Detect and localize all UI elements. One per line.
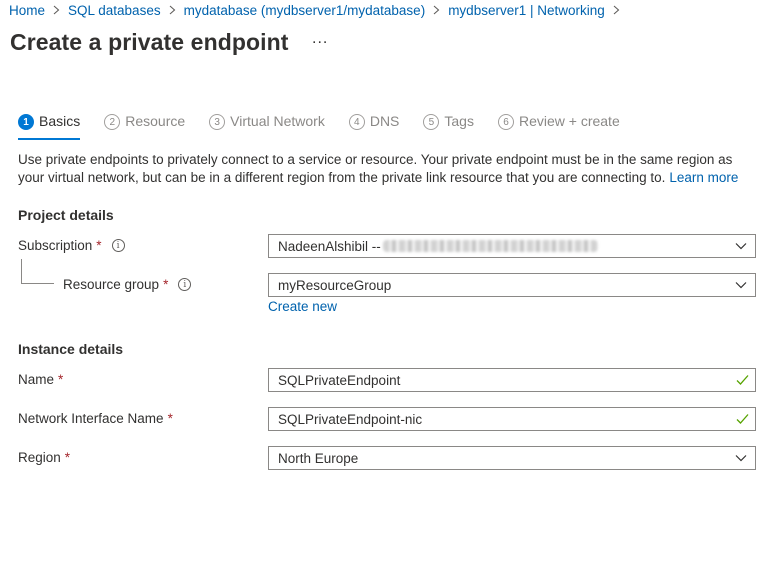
tab-dns[interactable]: 4 DNS: [348, 110, 400, 140]
chevron-right-icon: [169, 5, 176, 15]
chevron-down-icon: [735, 243, 747, 250]
step-number-badge: 5: [423, 114, 440, 130]
resource-group-label: Resource group * i: [63, 277, 192, 292]
tab-basics[interactable]: 1 Basics: [18, 110, 81, 140]
step-number-badge: 2: [104, 114, 121, 130]
name-label: Name *: [18, 372, 63, 387]
tab-label: DNS: [369, 113, 400, 129]
resource-group-value: myResourceGroup: [278, 277, 392, 293]
instance-details-heading: Instance details: [18, 341, 124, 357]
step-number-badge: 3: [209, 114, 226, 130]
subscription-label: Subscription * i: [18, 238, 125, 253]
step-number-badge: 4: [348, 114, 365, 130]
tab-label: Virtual Network: [230, 113, 325, 129]
chevron-down-icon: [735, 455, 747, 462]
redacted-subscription-id: [382, 240, 598, 252]
tab-tags[interactable]: 5 Tags: [423, 110, 474, 140]
step-number-badge: 1: [18, 114, 34, 130]
chevron-right-icon: [53, 5, 60, 15]
breadcrumb: Home SQL databases mydatabase (mydbserve…: [9, 0, 628, 20]
resource-group-label-text: Resource group: [63, 277, 160, 292]
chevron-down-icon: [735, 282, 747, 289]
tab-review-create[interactable]: 6 Review + create: [497, 110, 620, 140]
breadcrumb-database[interactable]: mydatabase (mydbserver1/mydatabase): [184, 3, 426, 18]
learn-more-link[interactable]: Learn more: [669, 170, 738, 185]
checkmark-icon: [736, 375, 749, 385]
chevron-right-icon: [613, 5, 620, 15]
wizard-tabs: 1 Basics 2 Resource 3 Virtual Network 4 …: [18, 110, 644, 140]
breadcrumb-home[interactable]: Home: [9, 3, 45, 18]
region-value: North Europe: [278, 450, 359, 466]
tab-virtual-network[interactable]: 3 Virtual Network: [209, 110, 325, 140]
name-value: SQLPrivateEndpoint: [278, 372, 401, 388]
name-label-text: Name: [18, 372, 55, 387]
nic-label: Network Interface Name *: [18, 411, 173, 426]
tab-resource[interactable]: 2 Resource: [104, 110, 185, 140]
region-label-text: Region: [18, 450, 61, 465]
region-label: Region *: [18, 450, 70, 465]
tab-label: Basics: [39, 113, 81, 129]
tab-label: Review + create: [518, 113, 620, 129]
info-icon[interactable]: i: [111, 239, 125, 252]
resource-group-dropdown[interactable]: myResourceGroup: [268, 273, 756, 297]
name-input[interactable]: SQLPrivateEndpoint: [268, 368, 756, 392]
region-dropdown[interactable]: North Europe: [268, 446, 756, 470]
nic-value: SQLPrivateEndpoint-nic: [278, 411, 423, 427]
breadcrumb-sql-databases[interactable]: SQL databases: [68, 3, 161, 18]
required-marker: *: [96, 238, 102, 253]
required-marker: *: [163, 277, 169, 292]
chevron-right-icon: [433, 5, 440, 15]
subscription-dropdown[interactable]: NadeenAlshibil --: [268, 234, 756, 258]
subscription-label-text: Subscription: [18, 238, 93, 253]
required-marker: *: [58, 372, 64, 387]
step-number-badge: 6: [497, 114, 514, 130]
create-new-link[interactable]: Create new: [268, 299, 337, 314]
tab-label: Tags: [444, 113, 474, 129]
more-options-button[interactable]: ...: [312, 30, 328, 48]
page-description: Use private endpoints to privately conne…: [18, 151, 758, 187]
checkmark-icon: [736, 414, 749, 424]
required-marker: *: [64, 450, 71, 465]
page-title: Create a private endpoint: [10, 29, 289, 55]
required-marker: *: [167, 411, 173, 426]
tab-label: Resource: [125, 113, 186, 129]
tree-connector-horizontal: [21, 283, 54, 284]
info-icon[interactable]: i: [178, 278, 192, 291]
tree-connector-vertical: [21, 259, 22, 283]
project-details-heading: Project details: [18, 207, 114, 223]
description-text: Use private endpoints to privately conne…: [18, 152, 733, 185]
nic-label-text: Network Interface Name: [18, 411, 164, 426]
breadcrumb-networking[interactable]: mydbserver1 | Networking: [448, 3, 605, 18]
network-interface-name-input[interactable]: SQLPrivateEndpoint-nic: [268, 407, 756, 431]
subscription-value: NadeenAlshibil --: [278, 238, 381, 254]
